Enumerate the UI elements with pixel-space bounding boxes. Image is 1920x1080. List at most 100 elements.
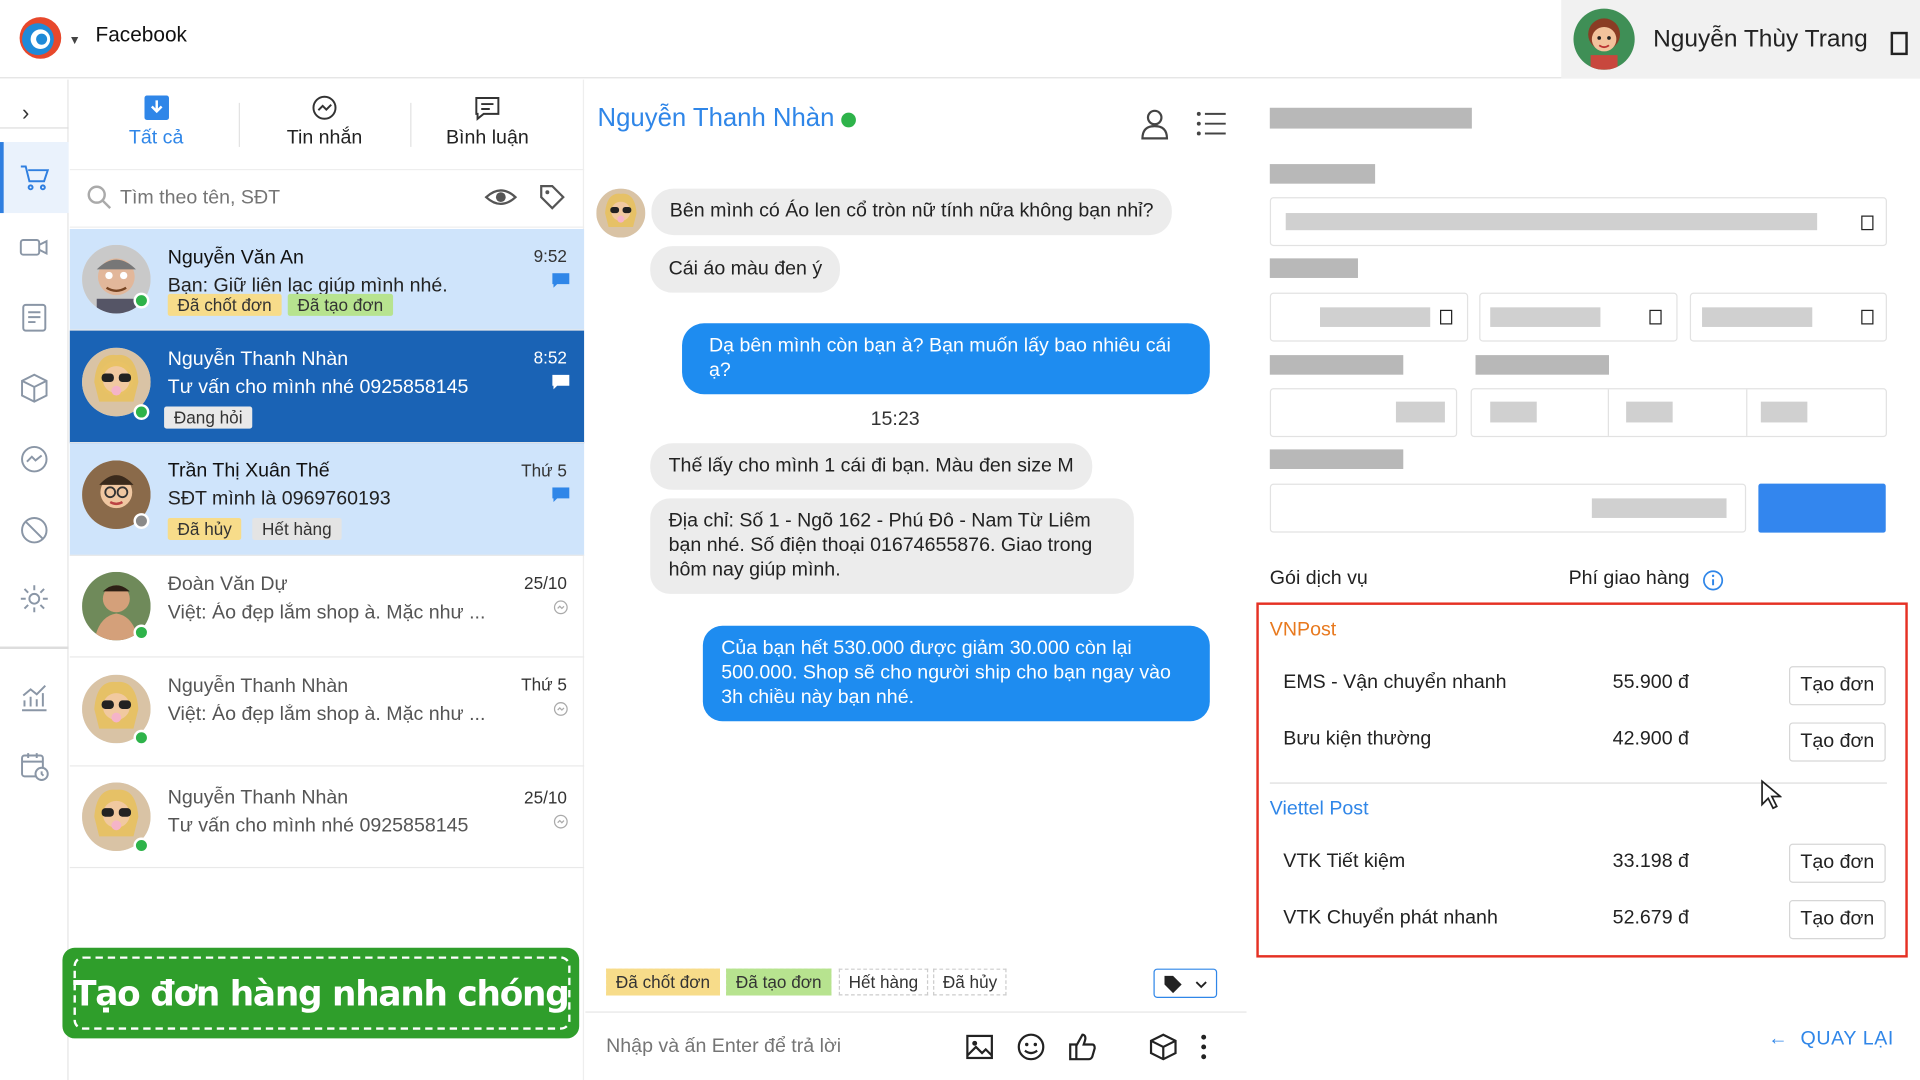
placeholder-block bbox=[1269, 164, 1376, 184]
message-preview: Tư vấn cho mình nhé 0925858145 bbox=[167, 377, 469, 398]
image-upload-icon[interactable] bbox=[964, 1031, 996, 1063]
app-name[interactable]: Facebook bbox=[96, 23, 187, 47]
offline-status-dot bbox=[133, 513, 150, 529]
tag-chip: Đã chốt đơn bbox=[167, 293, 282, 316]
settings-gear-icon[interactable] bbox=[17, 582, 51, 616]
video-icon[interactable] bbox=[17, 230, 51, 264]
tab-divider bbox=[238, 102, 241, 147]
tag-dropdown[interactable] bbox=[1153, 968, 1218, 998]
service-name: Bưu kiện thường bbox=[1283, 728, 1432, 750]
rail-divider bbox=[0, 127, 69, 129]
create-order-button[interactable]: Tạo đơn bbox=[1788, 722, 1886, 762]
calendar-clock-icon[interactable] bbox=[17, 749, 51, 783]
tab-messages-label: Tin nhắn bbox=[286, 127, 363, 149]
conversation-item[interactable]: Nguyễn Văn An Bạn: Giữ liên lạc giúp mìn… bbox=[69, 228, 585, 331]
search-icon bbox=[87, 185, 112, 210]
create-order-button[interactable]: Tạo đơn bbox=[1788, 666, 1886, 706]
contact-name: Đoàn Văn Dự bbox=[167, 574, 288, 596]
contact-name: Nguyễn Thanh Nhàn bbox=[167, 787, 349, 809]
message-bubble-icon bbox=[552, 273, 570, 288]
message-preview: Việt: Áo đẹp lắm shop à. Mặc như ... bbox=[167, 602, 486, 624]
field-icon bbox=[1440, 309, 1453, 325]
create-order-button[interactable]: Tạo đơn bbox=[1788, 843, 1886, 883]
online-status-dot bbox=[841, 112, 856, 128]
more-vertical-icon[interactable] bbox=[1195, 1031, 1212, 1063]
message-time: Thứ 5 bbox=[521, 460, 567, 481]
tag-button[interactable]: Đã hủy bbox=[933, 968, 1007, 996]
placeholder-block bbox=[1490, 401, 1537, 423]
conversation-item-selected[interactable]: Nguyễn Thanh Nhàn Tư vấn cho mình nhé 09… bbox=[69, 330, 585, 444]
service-price: 42.900 đ bbox=[1612, 728, 1689, 750]
conversation-item[interactable]: Nguyễn Thanh Nhàn Việt: Áo đẹp lắm shop … bbox=[69, 659, 585, 767]
conversation-item[interactable]: Nguyễn Thanh Nhàn Tư vấn cho mình nhé 09… bbox=[69, 768, 585, 869]
service-price: 52.679 đ bbox=[1612, 907, 1689, 929]
tab-all-label: Tất cả bbox=[128, 127, 184, 149]
placeholder-block bbox=[1269, 258, 1358, 278]
incoming-message: Cái áo màu đen ý bbox=[650, 246, 841, 293]
shipping-box-icon[interactable] bbox=[1147, 1031, 1179, 1063]
message-bubble-icon bbox=[552, 487, 570, 503]
contact-profile-icon[interactable] bbox=[1139, 108, 1171, 140]
conversation-item[interactable]: Đoàn Văn Dự Việt: Áo đẹp lắm shop à. Mặc… bbox=[69, 557, 585, 658]
messenger-icon bbox=[553, 600, 568, 615]
search-input[interactable] bbox=[120, 183, 463, 214]
window-icon[interactable] bbox=[1890, 31, 1908, 56]
primary-action-button[interactable] bbox=[1758, 483, 1886, 533]
user-name[interactable]: Nguyễn Thùy Trang bbox=[1653, 26, 1868, 54]
service-price: 55.900 đ bbox=[1612, 672, 1689, 694]
placeholder-block bbox=[1591, 498, 1727, 518]
outgoing-message: Của bạn hết 530.000 được giảm 30.000 còn… bbox=[702, 625, 1210, 722]
incoming-message: Địa chỉ: Số 1 - Ngõ 162 - Phú Đô - Nam T… bbox=[650, 498, 1134, 594]
tag-chip: Đã tạo đơn bbox=[287, 293, 393, 316]
document-icon[interactable] bbox=[17, 300, 51, 334]
contact-name: Trần Thị Xuân Thế bbox=[167, 460, 330, 482]
list-menu-icon[interactable] bbox=[1195, 110, 1227, 137]
tag-button[interactable]: Đã tạo đơn bbox=[726, 968, 832, 996]
message-time: 9:52 bbox=[533, 246, 567, 266]
tab-comments[interactable]: Bình luận bbox=[408, 93, 567, 162]
avatar bbox=[596, 188, 646, 238]
block-icon[interactable] bbox=[17, 513, 51, 547]
tag-chip: Đã hủy bbox=[167, 517, 242, 541]
app-logo-icon[interactable] bbox=[17, 15, 64, 62]
shipping-fee-label: Phí giao hàng bbox=[1568, 568, 1690, 589]
emoji-icon[interactable] bbox=[1015, 1031, 1047, 1063]
message-time: 8:52 bbox=[533, 347, 567, 368]
contact-name: Nguyễn Văn An bbox=[167, 247, 304, 269]
contact-name: Nguyễn Thanh Nhàn bbox=[167, 348, 349, 370]
back-link[interactable]: ← QUAY LẠI bbox=[1768, 1029, 1894, 1051]
tab-messages[interactable]: Tin nhắn bbox=[241, 93, 408, 162]
message-bubble-icon bbox=[552, 374, 570, 390]
expand-chevron-icon[interactable]: › bbox=[22, 100, 29, 126]
tab-all[interactable]: Tất cả bbox=[73, 93, 238, 162]
online-status-dot bbox=[133, 292, 150, 309]
user-avatar[interactable] bbox=[1573, 8, 1635, 70]
online-status-dot bbox=[133, 729, 150, 746]
eye-icon[interactable] bbox=[484, 184, 518, 211]
app-switcher-caret-icon[interactable]: ▼ bbox=[69, 34, 81, 47]
field-icon bbox=[1861, 215, 1874, 231]
incoming-message: Bên mình có Áo len cổ tròn nữ tính nữa k… bbox=[651, 188, 1172, 236]
messenger-icon bbox=[553, 814, 568, 829]
box-icon[interactable] bbox=[17, 371, 51, 405]
thumbs-up-icon[interactable] bbox=[1067, 1031, 1099, 1063]
analytics-chart-icon[interactable] bbox=[17, 681, 51, 715]
mouse-cursor-icon bbox=[1761, 779, 1782, 810]
info-icon[interactable] bbox=[1702, 569, 1724, 591]
service-name: VTK Tiết kiệm bbox=[1283, 851, 1406, 872]
placeholder-block bbox=[1395, 401, 1445, 423]
placeholder-block bbox=[1475, 355, 1609, 375]
conversation-item[interactable]: Trần Thị Xuân Thế SĐT mình là 0969760193… bbox=[69, 443, 585, 556]
cart-icon[interactable] bbox=[17, 160, 51, 194]
tag-icon[interactable] bbox=[539, 184, 566, 211]
service-price: 33.198 đ bbox=[1612, 851, 1689, 872]
reply-input[interactable] bbox=[606, 1032, 937, 1062]
create-order-button[interactable]: Tạo đơn bbox=[1788, 900, 1886, 940]
chat-contact-name[interactable]: Nguyễn Thanh Nhàn bbox=[598, 104, 835, 133]
tag-button[interactable]: Đã chốt đơn bbox=[606, 968, 720, 996]
tag-button[interactable]: Hết hàng bbox=[838, 968, 928, 996]
divider bbox=[1607, 389, 1609, 436]
messenger-icon[interactable] bbox=[17, 442, 51, 476]
tag-dropdown-icon bbox=[1164, 975, 1207, 994]
tab-comments-label: Bình luận bbox=[445, 127, 529, 149]
